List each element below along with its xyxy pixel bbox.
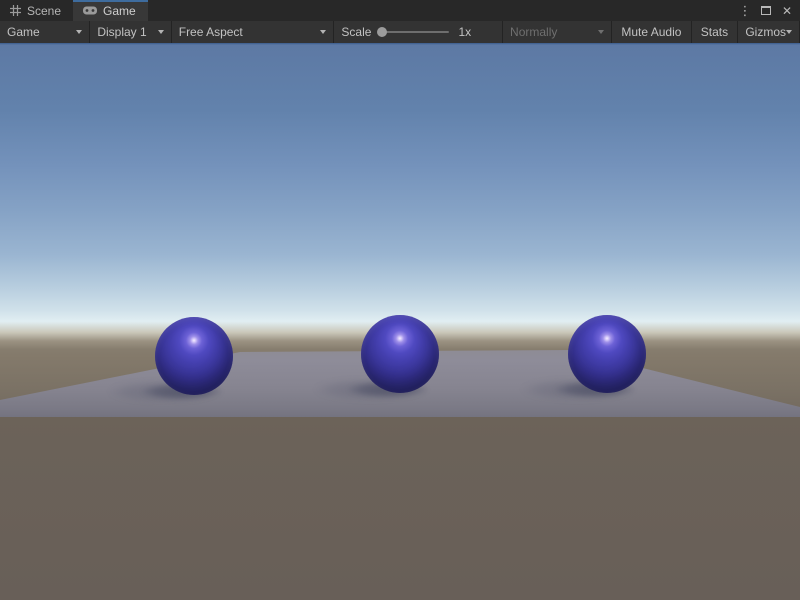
display-dropdown[interactable]: Display 1 [90, 21, 171, 43]
kebab-menu-icon[interactable]: ⋮ [739, 5, 751, 17]
window-controls: ⋮ ✕ [739, 0, 800, 21]
tab-scene-label: Scene [27, 4, 61, 18]
chevron-down-icon [598, 30, 604, 34]
chevron-down-icon [76, 30, 82, 34]
mute-audio-button[interactable]: Mute Audio [612, 21, 691, 43]
gizmos-dropdown[interactable]: Gizmos [738, 21, 800, 43]
aspect-ratio-dropdown[interactable]: Free Aspect [172, 21, 335, 43]
tab-game-label: Game [103, 4, 136, 18]
tab-scene[interactable]: Scene [0, 0, 73, 21]
enter-play-mode-dropdown[interactable]: Normally [503, 21, 612, 43]
game-mode-dropdown[interactable]: Game [0, 21, 90, 43]
gamepad-icon [83, 6, 97, 15]
scale-value: 1x [458, 25, 471, 39]
chevron-down-icon [158, 30, 164, 34]
grid-icon [10, 5, 21, 16]
scale-slider[interactable] [379, 31, 449, 33]
chevron-down-icon [786, 30, 792, 34]
tab-game[interactable]: Game [73, 0, 148, 21]
game-viewport[interactable] [0, 43, 800, 600]
blue-sphere [361, 315, 439, 393]
chevron-down-icon [320, 30, 326, 34]
scale-control: Scale 1x [334, 21, 503, 43]
blue-sphere [568, 315, 646, 393]
close-icon[interactable]: ✕ [781, 5, 793, 17]
unity-game-window: Scene Game ⋮ ✕ Game Display 1 [0, 0, 800, 600]
tab-bar: Scene Game ⋮ ✕ [0, 0, 800, 21]
scale-slider-knob[interactable] [377, 27, 387, 37]
game-view-toolbar: Game Display 1 Free Aspect Scale 1x Norm… [0, 21, 800, 43]
blue-sphere [155, 317, 233, 395]
scale-label: Scale [341, 25, 371, 39]
stats-button[interactable]: Stats [692, 21, 739, 43]
maximize-icon[interactable] [760, 5, 772, 17]
